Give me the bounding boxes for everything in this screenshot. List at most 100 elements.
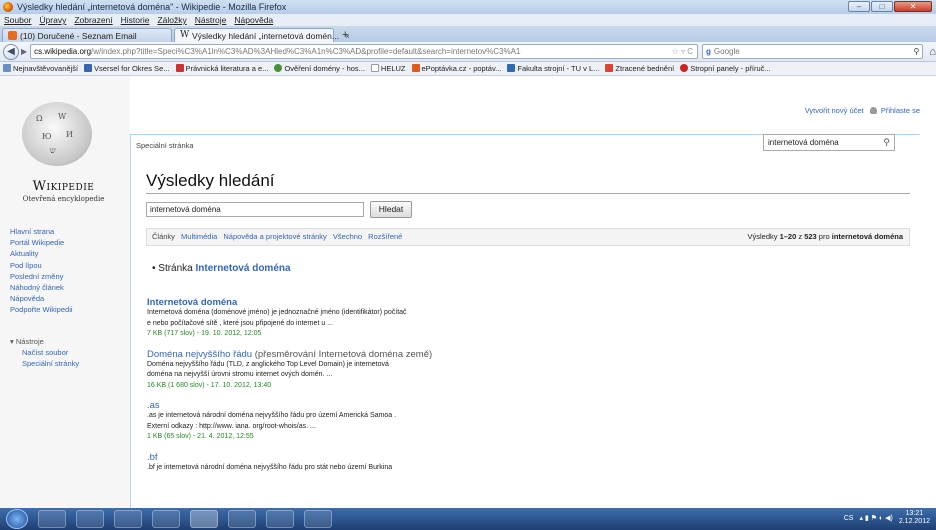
taskbar-powerpoint-icon[interactable]	[266, 510, 294, 528]
bookmark-item[interactable]: Vsersel for Okres Se...	[84, 64, 170, 73]
nav-link[interactable]: Hlavní strana	[10, 226, 73, 237]
filter-all[interactable]: Všechno	[333, 232, 362, 241]
nav-link[interactable]: Aktuality	[10, 248, 73, 259]
taskbar-firefox-icon[interactable]	[190, 510, 218, 528]
result-title-link[interactable]: .as	[147, 400, 160, 411]
tools-link[interactable]: Načíst soubor	[10, 347, 79, 358]
forward-button[interactable]: ▶	[21, 47, 27, 56]
bookmark-item[interactable]: Ověření domény - hos...	[274, 64, 365, 73]
bookmark-item[interactable]: HELUZ	[370, 64, 406, 73]
clock-date: 2.12.2012	[898, 518, 930, 525]
filter-multimedia[interactable]: Multimédia	[181, 232, 217, 241]
nav-link[interactable]: Poslední změny	[10, 271, 73, 282]
wikipedia-globe-logo[interactable]: ΩW ЮИ ש	[22, 102, 92, 166]
search-filter-bar: Články Multimédia Nápověda a projektové …	[146, 228, 910, 246]
title-divider	[146, 193, 910, 194]
tab-bar: (10) Doručené - Seznam Email W Výsledky …	[0, 26, 936, 42]
new-tab-button[interactable]: +	[336, 28, 354, 42]
url-path: /w/index.php?title=Speci%C3%A1ln%C3%AD%3…	[91, 47, 521, 56]
tools-header[interactable]: ▾ Nástroje	[10, 336, 79, 347]
nav-link[interactable]: Nápověda	[10, 293, 73, 304]
tools-section: ▾ Nástroje Načíst soubor Speciální strán…	[10, 336, 79, 369]
result-title-link[interactable]: .bf	[147, 452, 158, 463]
login-link[interactable]: Přihlaste se	[881, 106, 920, 115]
filter-articles[interactable]: Články	[152, 232, 175, 241]
filter-help[interactable]: Nápověda a projektové stránky	[223, 232, 326, 241]
wikipedia-favicon-icon: W	[180, 30, 190, 40]
result-snippet: Doména nejvyššího řádu (TLD, z anglickéh…	[147, 360, 389, 368]
menu-bar: Soubor Úpravy Zobrazení Historie Záložky…	[0, 14, 936, 26]
start-button[interactable]	[6, 509, 28, 529]
taskbar-app-icon[interactable]	[114, 510, 142, 528]
browser-search-field[interactable]: g Google ⚲	[702, 44, 924, 59]
result-title-link[interactable]: Doména nejvyššího řádu	[147, 349, 252, 360]
result-meta: 7 KB (717 slov) - 19. 10. 2012, 12:05	[147, 330, 262, 337]
menu-help[interactable]: Nápověda	[234, 14, 273, 26]
google-icon: g	[706, 47, 711, 56]
bookmark-item[interactable]: Nejnavštěvovanější	[3, 64, 78, 73]
result-snippet: Externí odkazy : http://www. iana. org/r…	[147, 422, 316, 430]
user-links: Vytvořit nový účet Přihlaste se	[805, 106, 920, 115]
menu-edit[interactable]: Úpravy	[39, 14, 66, 26]
wiki-search-input[interactable]: internetová doména ⚲	[763, 134, 895, 151]
search-icon[interactable]: ⚲	[883, 137, 890, 148]
wiki-search-value: internetová doména	[768, 138, 839, 147]
special-page-tab[interactable]: Speciální stránka	[130, 134, 200, 150]
nav-link[interactable]: Podpořte Wikipedii	[10, 304, 73, 315]
menu-bookmarks[interactable]: Záložky	[157, 14, 186, 26]
maximize-button[interactable]: □	[871, 1, 893, 12]
url-bar[interactable]: cs.wikipedia.org /w/index.php?title=Spec…	[30, 44, 699, 59]
menu-file[interactable]: Soubor	[4, 14, 31, 26]
language-indicator[interactable]: CS	[844, 515, 854, 522]
search-input[interactable]: internetová doména	[146, 202, 364, 217]
search-result: Internetová doména Internetová doména (d…	[147, 297, 487, 340]
tab-label: (10) Doručené - Seznam Email	[20, 30, 137, 41]
tools-link[interactable]: Speciální stránky	[10, 358, 79, 369]
bookmark-item[interactable]: Právnická literatura a e...	[175, 64, 268, 73]
create-account-link[interactable]: Vytvořit nový účet	[805, 106, 864, 115]
clock-time: 13:21	[905, 510, 924, 517]
search-results: Internetová doména Internetová doména (d…	[147, 297, 487, 482]
tab-wikipedia[interactable]: W Výsledky hledání „internetová domén...…	[174, 28, 350, 42]
home-icon[interactable]: ⌂	[929, 46, 936, 58]
close-button[interactable]: ✕	[894, 1, 932, 12]
web-page: ΩW ЮИ ש Wikipedie Otevřená encyklopedie …	[0, 76, 936, 508]
filter-advanced[interactable]: Rozšířené	[368, 232, 402, 241]
bookmark-item[interactable]: Fakulta strojní - TU v L...	[507, 64, 599, 73]
search-button[interactable]: Hledat	[370, 201, 412, 218]
nav-link[interactable]: Náhodný článek	[10, 282, 73, 293]
nav-link[interactable]: Pod lípou	[10, 260, 73, 271]
result-snippet: e nebo počítačové sítě , které jsou přip…	[147, 319, 334, 327]
tab-email[interactable]: (10) Doručené - Seznam Email	[2, 28, 172, 42]
taskbar-outlook-icon[interactable]	[228, 510, 256, 528]
nav-link[interactable]: Portál Wikipedie	[10, 237, 73, 248]
menu-view[interactable]: Zobrazení	[74, 14, 112, 26]
tray-icons[interactable]: ▴ ▮ ⚑ ◐ ◀)	[859, 514, 892, 522]
bookmark-item[interactable]: ePoptávka.cz - poptáv...	[411, 64, 501, 73]
bookmark-star-icon[interactable]: ☆ ▿ C	[672, 47, 697, 56]
search-icon[interactable]: ⚲	[913, 47, 922, 56]
minimize-button[interactable]: –	[848, 1, 870, 12]
taskbar-chrome-icon[interactable]	[152, 510, 180, 528]
result-title-link[interactable]: Internetová doména	[147, 297, 237, 308]
result-redirect-note: (přesměrování Internetová doména země)	[252, 348, 433, 360]
results-count: Výsledky 1–20 z 523 pro internetová domé…	[747, 232, 903, 241]
taskbar-explorer-icon[interactable]	[38, 510, 66, 528]
window-title: Výsledky hledání „internetová doména" - …	[17, 2, 287, 12]
result-meta: 1 KB (65 slov) - 21. 4. 2012, 12:55	[147, 433, 254, 440]
menu-history[interactable]: Historie	[121, 14, 150, 26]
user-icon	[869, 107, 877, 114]
taskbar: CS ▴ ▮ ⚑ ◐ ◀) 13:21 2.12.2012	[0, 508, 936, 530]
bookmark-item[interactable]: Ztracené bednění	[605, 64, 674, 73]
back-button[interactable]: ◀	[3, 43, 19, 60]
search-result: Doména nejvyššího řádu (přesměrování Int…	[147, 349, 487, 392]
url-domain: cs.wikipedia.org	[34, 47, 92, 56]
clock[interactable]: 13:21 2.12.2012	[899, 510, 930, 526]
taskbar-media-icon[interactable]	[76, 510, 104, 528]
page-match-link[interactable]: Internetová doména	[196, 263, 291, 274]
taskbar-word-icon[interactable]	[304, 510, 332, 528]
bookmark-item[interactable]: Stropní panely - příruč...	[680, 64, 771, 73]
search-placeholder: Google	[713, 47, 740, 56]
result-snippet: Internetová doména (doménové jméno) je j…	[147, 309, 407, 316]
menu-tools[interactable]: Nástroje	[195, 14, 227, 26]
